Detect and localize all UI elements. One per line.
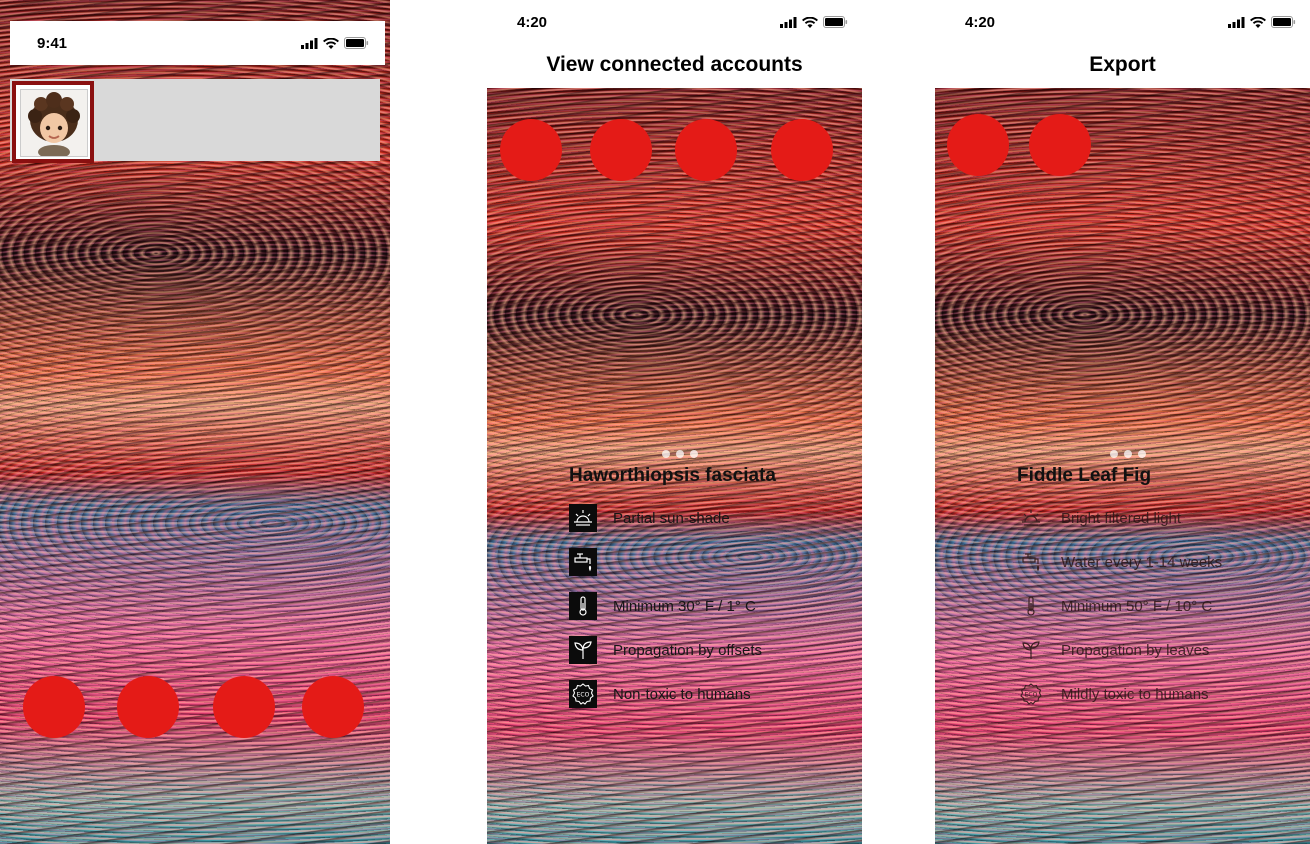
sprout-icon [569,636,597,664]
status-icons [1228,16,1296,28]
wifi-icon [802,16,818,28]
sprout-icon [1017,636,1045,664]
plant-fact-temperature: Minimum 50° F / 10° C [1017,591,1212,621]
page-dot[interactable] [690,450,698,458]
memoji-avatar-icon [28,92,80,159]
action-circle-button-2[interactable] [117,676,179,738]
wifi-icon [1250,16,1266,28]
status-icons [780,16,848,28]
plant-fact-toxicity: ECO Mildly toxic to humans [1017,679,1209,709]
action-circle-button-4[interactable] [302,676,364,738]
faucet-icon [569,548,597,576]
plant-fact-text: Bright filtered light [1061,509,1182,527]
faucet-icon [1017,548,1045,576]
screen-header: 4:20 Export [935,0,1310,88]
status-time: 4:20 [965,13,996,31]
page-title: Export [1089,53,1156,76]
signal-icon [301,37,318,49]
account-circle-button-3[interactable] [675,119,737,181]
plant-fact-text: Mildly toxic to humans [1061,685,1209,703]
phone-screen-1: 9:41 [0,0,390,844]
phone-screen-3: 4:20 Export Fiddle Leaf Fig Bright filte… [935,0,1310,844]
page-dot[interactable] [1110,450,1118,458]
status-bar: 4:20 [487,8,862,36]
plant-fact-text: Propagation by offsets [613,641,762,659]
plant-name: Haworthiopsis fasciata [569,465,776,486]
plant-fact-text: Water every 1-14 weeks [1061,553,1223,571]
page-dot[interactable] [1138,450,1146,458]
screen-header: 4:20 View connected accounts [487,0,862,88]
account-circle-button-1[interactable] [500,119,562,181]
plant-name: Fiddle Leaf Fig [1017,465,1152,486]
status-icons [301,37,369,49]
avatar[interactable] [12,81,94,163]
plant-fact-text: Minimum 50° F / 10° C [1061,597,1213,615]
export-circle-button-2[interactable] [1029,114,1091,176]
page-dot[interactable] [662,450,670,458]
eco-badge-icon: ECO [569,680,597,708]
export-circle-button-1[interactable] [947,114,1009,176]
sun-icon [569,504,597,532]
thermometer-icon [569,592,597,620]
signal-icon [1228,16,1245,28]
thermometer-icon [1017,592,1045,620]
plant-fact-light: Bright filtered light [1017,503,1181,533]
status-bar: 4:20 [935,8,1310,36]
plant-fact-light: Partial sun-shade [569,503,730,533]
page-dot[interactable] [676,450,684,458]
plant-fact-text: Partial sun-shade [613,509,730,527]
action-circle-button-3[interactable] [213,676,275,738]
plant-fact-temperature: Minimum 30° F / 1° C [569,591,756,621]
status-bar: 9:41 [10,21,385,65]
page-dots[interactable] [662,450,698,458]
plant-fact-water: Water every 1-14 weeks [1017,547,1222,577]
plant-fact-text: Propagation by leaves [1061,641,1210,659]
battery-icon [823,16,848,28]
page-title: View connected accounts [546,53,803,76]
plant-fact-text: Minimum 30° F / 1° C [613,597,756,615]
plant-fact-text: Non-toxic to humans [613,685,751,703]
sun-icon [1017,504,1045,532]
plant-fact-propagation: Propagation by offsets [569,635,762,665]
page-dots[interactable] [1110,450,1146,458]
wifi-icon [323,37,339,49]
account-circle-button-4[interactable] [771,119,833,181]
plant-fact-water [569,547,613,577]
action-circle-button-1[interactable] [23,676,85,738]
profile-card[interactable] [10,79,380,163]
account-circle-button-2[interactable] [590,119,652,181]
status-time: 4:20 [517,13,548,31]
signal-icon [780,16,797,28]
plant-fact-propagation: Propagation by leaves [1017,635,1209,665]
eco-badge-icon: ECO [1017,680,1045,708]
battery-icon [344,37,369,49]
svg-text:ECO: ECO [1025,692,1038,699]
battery-icon [1271,16,1296,28]
svg-text:ECO: ECO [577,692,590,699]
page-dot[interactable] [1124,450,1132,458]
phone-screen-2: 4:20 View connected accounts Haworthiops… [487,0,862,844]
plant-fact-toxicity: ECO Non-toxic to humans [569,679,751,709]
status-time: 9:41 [37,34,68,52]
